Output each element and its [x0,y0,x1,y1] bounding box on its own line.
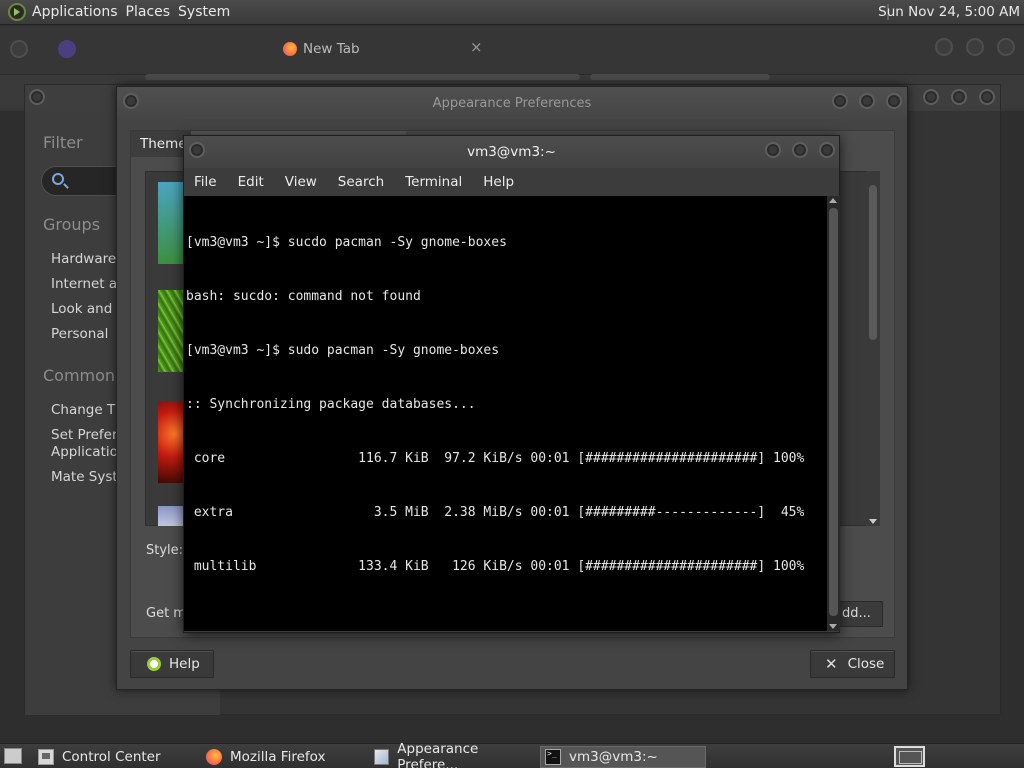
task-firefox[interactable]: Mozilla Firefox [202,746,362,768]
ff-minimize-button[interactable] [935,38,953,56]
term-minimize-button[interactable] [765,142,781,158]
scroll-up-icon[interactable] [829,198,837,203]
terminal-line: extra 3.5 MiB 2.38 MiB/s 00:01 [########… [186,505,805,520]
task-label: Mozilla Firefox [230,749,326,765]
theme-list-scrollbar[interactable] [866,171,880,526]
terminal-title: vm3@vm3:~ [467,144,556,160]
groups-heading: Groups [43,215,101,234]
ap-close-window-button[interactable] [886,93,902,109]
menu-edit[interactable]: Edit [238,174,264,190]
terminal-window: vm3@vm3:~ File Edit View Search Terminal… [183,135,840,633]
terminal-scrollbar-thumb[interactable] [829,208,838,616]
tab-theme[interactable]: Theme [131,131,191,157]
task-label: Appearance Prefere... [397,741,479,768]
task-terminal[interactable]: vm3@vm3:~ [540,746,706,768]
mate-menu-icon[interactable] [8,3,26,21]
search-bar[interactable] [590,74,770,80]
filter-heading: Filter [43,133,83,152]
close-label: Close [847,656,885,672]
url-bar[interactable] [145,74,580,80]
firefox-menu-icon[interactable] [10,40,28,58]
show-desktop-icon[interactable] [4,748,22,764]
help-label: Help [169,656,200,672]
firefox-icon [283,42,297,56]
appearance-titlebar: Appearance Preferences [117,87,907,120]
firefox-icon [206,749,222,765]
ap-maximize-button[interactable] [859,93,875,109]
terminal-line: :: Synchronizing package databases... [186,397,476,412]
term-close-button[interactable] [819,142,835,158]
group-hardware[interactable]: Hardware [51,251,116,267]
get-more-themes-link[interactable]: Get m [146,606,186,621]
menu-terminal[interactable]: Terminal [405,174,462,190]
cc-menu-button[interactable] [29,89,45,105]
cc-close-button[interactable] [979,89,995,105]
ap-minimize-button[interactable] [832,93,848,109]
ff-close-button[interactable] [997,38,1015,56]
private-tab-icon[interactable] [58,40,76,58]
menu-search[interactable]: Search [338,174,384,190]
help-button[interactable]: Help [130,650,214,678]
terminal-line: multilib 133.4 KiB 126 KiB/s 00:01 [####… [186,559,805,574]
terminal-menubar: File Edit View Search Terminal Help [184,169,839,195]
task-appearance[interactable]: Appearance Prefere... [370,741,536,768]
ap-menu-button[interactable] [123,93,139,109]
terminal-icon [545,749,561,765]
scroll-down-icon[interactable] [829,624,837,629]
group-personal[interactable]: Personal [51,326,108,342]
search-icon [52,173,64,185]
firefox-tab-new[interactable]: New Tab [283,34,360,64]
bottom-panel: Control Center Mozilla Firefox Appearanc… [0,741,1024,768]
theme-thumbnail[interactable] [158,506,186,526]
terminal-line: [vm3@vm3 ~]$ sucdo pacman -Sy gnome-boxe… [186,235,507,250]
scroll-down-icon[interactable] [869,519,877,524]
places-menu[interactable]: Places [126,4,179,20]
system-menu[interactable]: System [178,4,238,20]
tab-title: New Tab [303,41,360,57]
menu-help[interactable]: Help [483,174,514,190]
close-icon: ✕ [825,655,838,673]
style-label: Style: [146,543,184,558]
clock[interactable]: Sun Nov 24, 5:00 AM [878,4,1020,20]
task-control-center[interactable]: Control Center [34,746,194,768]
terminal-line: bash: sucdo: command not found [186,289,421,304]
terminal-line: core 116.7 KiB 97.2 KiB/s 00:01 [#######… [186,451,805,466]
menu-file[interactable]: File [194,174,217,190]
scrollbar-thumb[interactable] [869,185,877,340]
group-internet[interactable]: Internet an [51,276,126,292]
task-label: vm3@vm3:~ [569,749,658,765]
cc-minimize-button[interactable] [923,89,939,105]
theme-thumbnail[interactable] [158,401,186,483]
term-maximize-button[interactable] [792,142,808,158]
terminal-titlebar: vm3@vm3:~ [184,136,839,168]
group-look-and-feel[interactable]: Look and F [51,301,124,317]
top-panel: Applications Places System Sun Nov 24, 5… [0,0,1024,25]
tab-close-icon[interactable]: × [470,38,483,56]
workspace-switcher[interactable] [894,746,925,767]
terminal-lines: [vm3@vm3 ~]$ sucdo pacman -Sy gnome-boxe… [186,198,804,612]
applications-menu[interactable]: Applications [32,4,126,20]
theme-thumbnail[interactable] [158,182,186,264]
term-menu-button[interactable] [189,142,205,158]
menu-view[interactable]: View [285,174,317,190]
cc-maximize-button[interactable] [951,89,967,105]
appearance-title: Appearance Preferences [432,96,592,111]
terminal-scrollbar[interactable] [827,196,840,631]
task-label: Control Center [62,749,161,765]
terminal-output[interactable]: [vm3@vm3 ~]$ sucdo pacman -Sy gnome-boxe… [184,196,827,631]
control-center-icon [38,749,54,765]
theme-thumbnail[interactable] [158,290,186,372]
close-button[interactable]: ✕ Close [810,650,895,678]
terminal-line: [vm3@vm3 ~]$ sudo pacman -Sy gnome-boxes [186,343,500,358]
task-change-theme[interactable]: Change Th [51,402,124,418]
help-icon [147,657,161,671]
appearance-icon [374,749,390,765]
ff-maximize-button[interactable] [966,38,984,56]
